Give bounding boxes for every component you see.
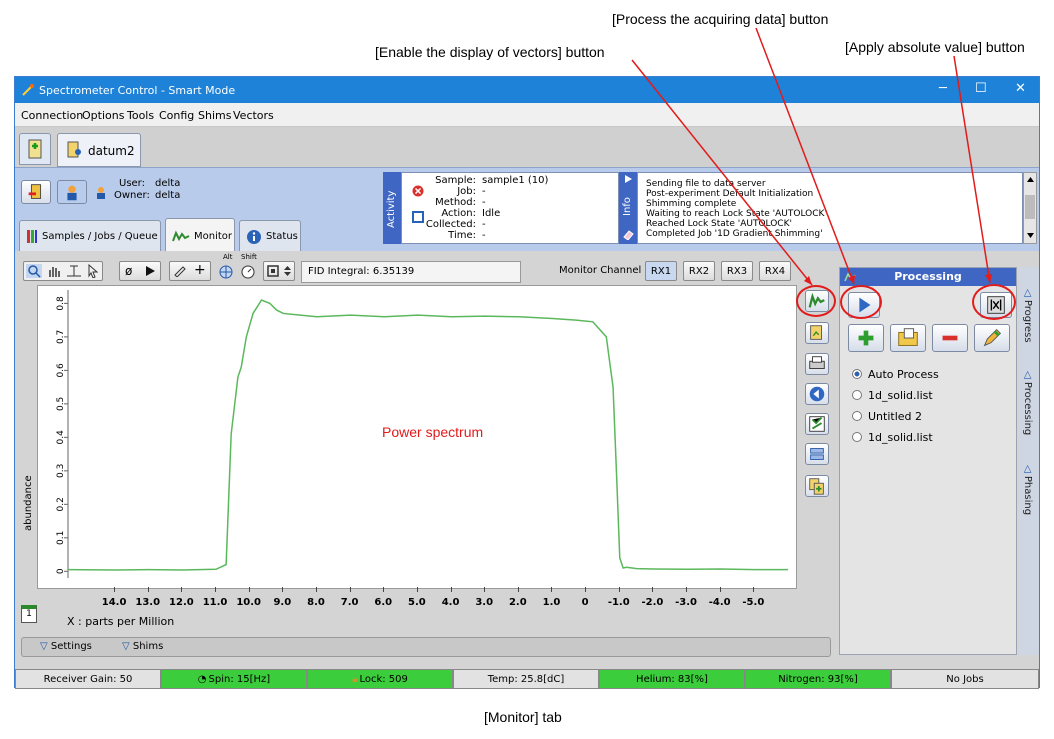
annotation-arrows [631, 27, 992, 286]
